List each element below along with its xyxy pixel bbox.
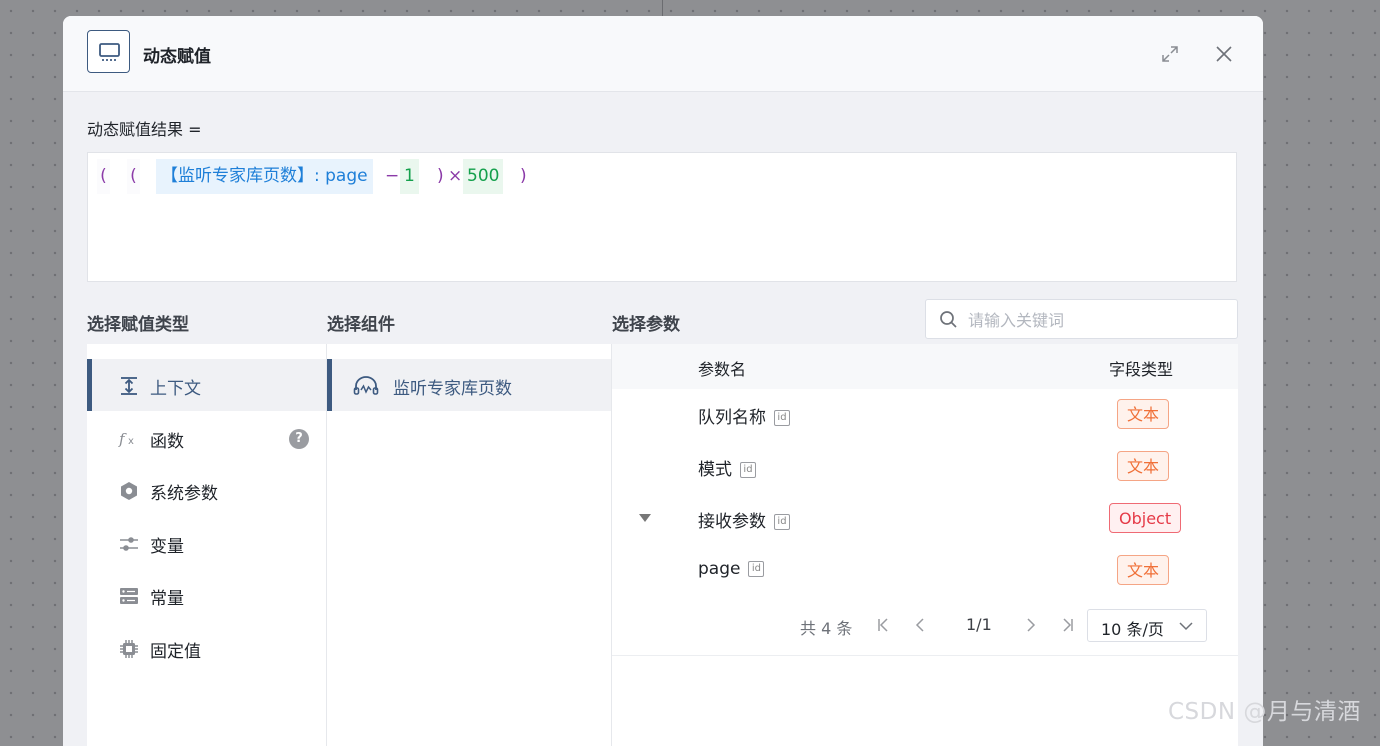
total-count: 共 4 条	[800, 619, 853, 638]
assign-type-label: 上下文	[150, 379, 201, 399]
vertical-align-icon	[121, 377, 137, 395]
param-name: 模式 id	[698, 455, 756, 480]
assign-type-variable[interactable]: 变量	[87, 517, 326, 569]
svg-text:f: f	[118, 430, 127, 448]
table-row[interactable]: 接收参数 id Object	[612, 493, 1238, 546]
assign-type-context[interactable]: 上下文	[87, 359, 326, 411]
component-label: 监听专家库页数	[393, 379, 512, 399]
watermark: CSDN @月与清酒	[1168, 699, 1361, 725]
next-page-icon[interactable]	[1023, 617, 1039, 633]
assign-type-label: 常量	[150, 589, 184, 609]
expand-icon	[1162, 46, 1178, 62]
page-indicator: 1/1	[966, 615, 992, 634]
param-name: 队列名称 id	[698, 403, 790, 428]
prev-page-icon[interactable]	[912, 617, 928, 633]
id-badge-icon: id	[774, 514, 790, 530]
component-heading: 选择组件	[327, 315, 395, 335]
dynamic-assign-dialog: 动态赋值 动态赋值结果 = ( ( 【监听专家库页数】: page − 1 ) …	[63, 16, 1263, 746]
search-icon	[940, 311, 957, 328]
assign-type-function[interactable]: f x 函数 ?	[87, 412, 326, 464]
svg-text:x: x	[128, 436, 134, 447]
paren-open-token[interactable]: (	[127, 159, 140, 194]
search-input[interactable]	[966, 306, 1230, 334]
page-size-value: 10 条/页	[1101, 620, 1164, 639]
field-type-header: 字段类型	[1109, 360, 1174, 379]
table-row[interactable]: 队列名称 id 文本	[612, 389, 1238, 442]
param-name-header: 参数名	[698, 360, 747, 379]
close-button[interactable]	[1214, 44, 1234, 64]
param-name: 接收参数 id	[698, 507, 790, 532]
paren-close-token[interactable]: )	[437, 159, 444, 194]
function-icon: f x	[118, 430, 134, 448]
type-tag: Object	[1109, 503, 1182, 533]
paren-close-token[interactable]: )	[520, 159, 527, 194]
close-icon	[1216, 46, 1232, 62]
fullscreen-button[interactable]	[1160, 44, 1180, 64]
component-item[interactable]: 监听专家库页数	[327, 359, 611, 411]
chip-icon	[120, 640, 138, 658]
assign-type-label: 系统参数	[150, 484, 218, 504]
dialog-title: 动态赋值	[143, 47, 211, 67]
last-page-icon[interactable]	[1059, 617, 1075, 633]
assign-type-list: 上下文 f x 函数 ? 系统参数 变量 常量 固定值	[87, 344, 327, 746]
table-row[interactable]: page id 文本	[612, 545, 1238, 598]
assign-type-heading: 选择赋值类型	[87, 315, 189, 335]
number-token[interactable]: 500	[463, 159, 504, 194]
type-tag: 文本	[1117, 399, 1170, 429]
expression-label: 动态赋值结果 =	[87, 120, 202, 139]
assign-type-constant[interactable]: 常量	[87, 569, 326, 621]
id-badge-icon: id	[748, 561, 765, 577]
param-table: 参数名 字段类型 队列名称 id 文本 模式 id 文本 接收参数 id Object…	[612, 344, 1238, 746]
assign-type-fixed-value[interactable]: 固定值	[87, 622, 326, 674]
type-tag: 文本	[1117, 555, 1170, 585]
number-token[interactable]: 1	[400, 159, 419, 194]
assign-type-label: 变量	[150, 537, 184, 557]
sliders-icon	[120, 537, 138, 551]
component-list: 监听专家库页数	[327, 344, 612, 746]
expand-caret-icon[interactable]	[639, 514, 651, 522]
monitor-icon	[87, 30, 130, 73]
server-icon	[120, 588, 138, 604]
operator-token[interactable]: ×	[448, 159, 462, 194]
param-name: page id	[698, 559, 765, 579]
canvas-guide-line	[662, 0, 663, 16]
keyword-search[interactable]	[925, 299, 1238, 339]
table-header: 参数名 字段类型	[612, 344, 1238, 390]
assign-type-label: 固定值	[150, 642, 201, 662]
chevron-down-icon	[1179, 622, 1193, 631]
field-token[interactable]: 【监听专家库页数】: page	[156, 159, 373, 194]
assign-type-label: 函数	[150, 432, 184, 452]
expression-editor[interactable]: ( ( 【监听专家库页数】: page − 1 ) × 500 )	[87, 152, 1237, 282]
paren-open-token[interactable]: (	[97, 159, 110, 194]
pagination: 共 4 条 1/1 10 条/页	[612, 597, 1238, 656]
first-page-icon[interactable]	[876, 617, 892, 633]
headset-icon	[353, 376, 379, 395]
id-badge-icon: id	[740, 462, 756, 478]
assign-type-system-params[interactable]: 系统参数	[87, 464, 326, 516]
id-badge-icon: id	[774, 410, 790, 426]
page-size-select[interactable]: 10 条/页	[1087, 609, 1207, 642]
table-row[interactable]: 模式 id 文本	[612, 441, 1238, 494]
help-icon[interactable]: ?	[289, 429, 309, 449]
operator-token[interactable]: −	[385, 159, 399, 194]
dialog-header: 动态赋值	[63, 16, 1263, 92]
type-tag: 文本	[1117, 451, 1170, 481]
param-heading: 选择参数	[612, 315, 680, 335]
hexagon-icon	[121, 482, 137, 500]
